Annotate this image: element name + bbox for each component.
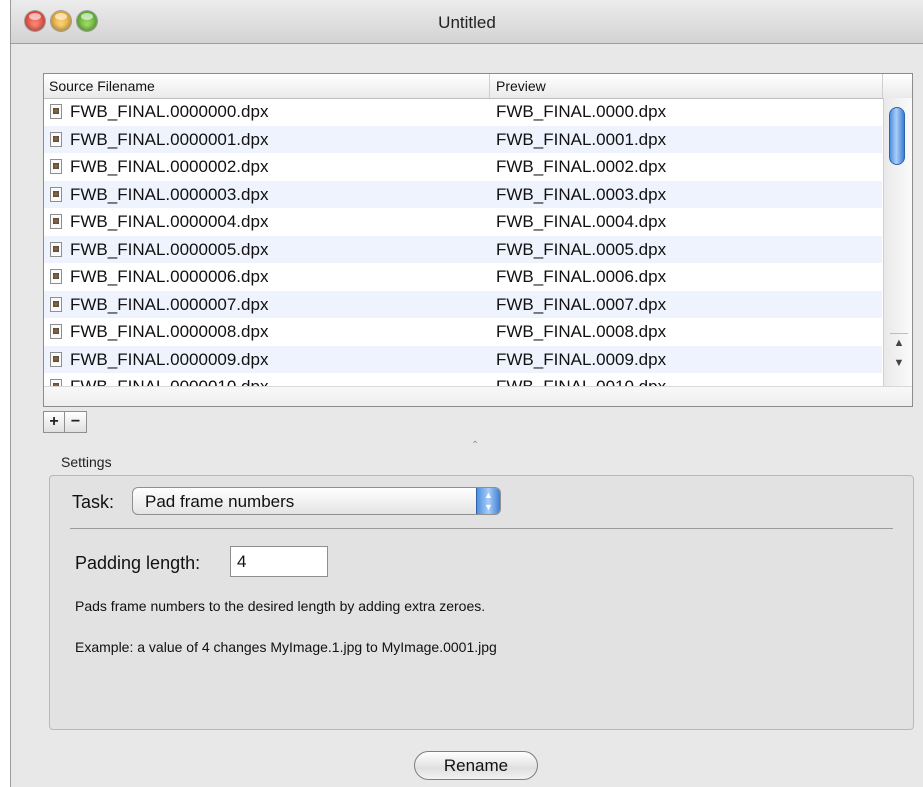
table-body: FWB_FINAL.0000000.dpx FWB_FINAL.0000.dpx F… (44, 98, 882, 386)
source-filename-cell: FWB_FINAL.0000005.dpx (70, 239, 269, 259)
table-row[interactable]: FWB_FINAL.0000003.dpx FWB_FINAL.0003.dpx (44, 180, 882, 208)
table-row[interactable]: FWB_FINAL.0000001.dpx FWB_FINAL.0001.dpx (44, 125, 882, 153)
document-icon (50, 131, 62, 147)
table-header: Source Filename Preview (44, 74, 912, 99)
preview-cell: FWB_FINAL.0010.dpx (496, 373, 666, 386)
preview-cell: FWB_FINAL.0006.dpx (496, 267, 667, 286)
document-icon (50, 296, 62, 312)
preview-cell: FWB_FINAL.0007.dpx (496, 294, 667, 314)
preview-cell: FWB_FINAL.0004.dpx (496, 212, 667, 231)
table-row[interactable]: FWB_FINAL.0000009.dpx FWB_FINAL.0009.dpx (44, 345, 882, 373)
column-header-preview[interactable]: Preview (496, 78, 546, 94)
preview-cell: FWB_FINAL.0002.dpx (496, 157, 667, 176)
document-icon (50, 324, 62, 339)
title-bar[interactable]: Untitled (11, 0, 923, 44)
source-filename-cell: FWB_FINAL.0000008.dpx (70, 322, 269, 341)
source-filename-cell: FWB_FINAL.0000003.dpx (70, 184, 269, 204)
document-icon (50, 269, 62, 284)
document-icon (50, 186, 62, 202)
separator (70, 528, 893, 529)
scroll-thumb[interactable] (889, 107, 905, 165)
table-row[interactable]: FWB_FINAL.0000005.dpx FWB_FINAL.0005.dpx (44, 235, 882, 263)
table-row[interactable]: FWB_FINAL.0000007.dpx FWB_FINAL.0007.dpx (44, 290, 882, 318)
source-filename-cell: FWB_FINAL.0000010.dpx (70, 373, 268, 386)
preview-cell: FWB_FINAL.0000.dpx (496, 102, 667, 121)
table-row[interactable]: FWB_FINAL.0000004.dpx FWB_FINAL.0004.dpx (44, 208, 882, 236)
horizontal-scroll-track[interactable] (44, 386, 912, 406)
document-icon (50, 351, 62, 367)
popup-arrows-icon: ▲ ▼ (476, 488, 500, 514)
document-icon (50, 379, 62, 386)
task-popup-button[interactable]: Pad frame numbers ▲ ▼ (132, 487, 501, 515)
task-label: Task: (72, 492, 115, 512)
table-row[interactable]: FWB_FINAL.0000000.dpx FWB_FINAL.0000.dpx (44, 98, 882, 126)
source-filename-cell: FWB_FINAL.0000004.dpx (70, 212, 269, 231)
column-header-source-filename[interactable]: Source Filename (49, 78, 155, 94)
source-filename-cell: FWB_FINAL.0000007.dpx (70, 294, 269, 314)
task-description: Pads frame numbers to the desired length… (75, 598, 486, 614)
column-divider (882, 74, 883, 98)
list-edit-buttons: + − (43, 411, 87, 433)
rename-button[interactable]: Rename (414, 751, 538, 780)
preview-cell: FWB_FINAL.0009.dpx (496, 349, 667, 369)
padding-length-label: Padding length: (75, 553, 201, 573)
scroll-down-arrow-icon[interactable]: ▼ (890, 354, 908, 372)
table-row[interactable]: FWB_FINAL.0000002.dpx FWB_FINAL.0002.dpx (44, 153, 882, 181)
document-icon (50, 104, 62, 119)
file-table: Source Filename Preview FWB_FINAL.000000… (43, 73, 913, 407)
add-file-button[interactable]: + (43, 411, 65, 433)
document-icon (50, 159, 62, 174)
preview-cell: FWB_FINAL.0008.dpx (496, 322, 667, 341)
table-row[interactable]: FWB_FINAL.0000008.dpx FWB_FINAL.0008.dpx (44, 318, 882, 346)
vertical-scrollbar[interactable]: ▲ ▼ (883, 98, 912, 386)
table-row[interactable]: FWB_FINAL.0000010.dpx FWB_FINAL.0010.dpx (44, 373, 882, 386)
source-filename-cell: FWB_FINAL.0000009.dpx (70, 349, 269, 369)
settings-group-label: Settings (61, 454, 112, 470)
preview-cell: FWB_FINAL.0005.dpx (496, 239, 667, 259)
splitter-handle-icon[interactable]: ⌃ (471, 440, 479, 451)
preview-cell: FWB_FINAL.0001.dpx (496, 129, 667, 149)
task-example: Example: a value of 4 changes MyImage.1.… (75, 639, 497, 655)
document-icon (50, 214, 62, 229)
preview-cell: FWB_FINAL.0003.dpx (496, 184, 667, 204)
remove-file-button[interactable]: − (65, 411, 87, 433)
source-filename-cell: FWB_FINAL.0000001.dpx (70, 129, 269, 149)
window-title: Untitled (438, 13, 496, 32)
scroll-up-arrow-icon[interactable]: ▲ (890, 333, 908, 352)
document-icon (50, 241, 62, 257)
padding-length-field[interactable]: 4 (230, 546, 328, 577)
main-window: Untitled Source Filename Preview FWB_FIN… (10, 0, 923, 787)
source-filename-cell: FWB_FINAL.0000002.dpx (70, 157, 269, 176)
table-row[interactable]: FWB_FINAL.0000006.dpx FWB_FINAL.0006.dpx (44, 263, 882, 291)
settings-group: Task: Pad frame numbers ▲ ▼ Padding lengt… (49, 475, 914, 730)
source-filename-cell: FWB_FINAL.0000000.dpx (70, 102, 269, 121)
task-selected-value: Pad frame numbers (145, 492, 295, 511)
column-divider[interactable] (489, 74, 490, 98)
source-filename-cell: FWB_FINAL.0000006.dpx (70, 267, 269, 286)
